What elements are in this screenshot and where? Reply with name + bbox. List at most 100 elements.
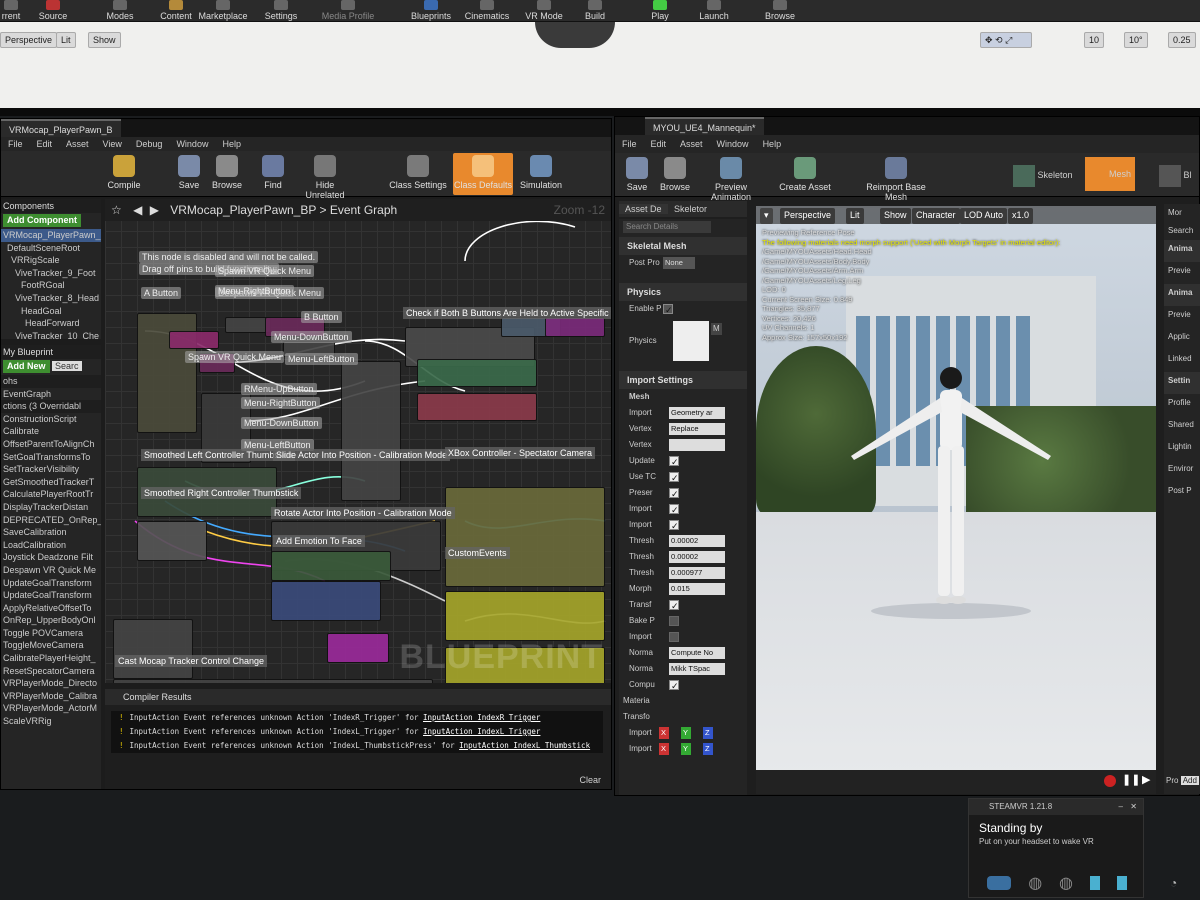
function-item[interactable]: VRPlayerMode_Calibra: [1, 690, 101, 703]
perspective-toggle[interactable]: Perspective: [780, 208, 836, 224]
graph-node[interactable]: [417, 359, 537, 387]
function-item[interactable]: CalculatePlayerRootTr: [1, 488, 101, 501]
functions-section[interactable]: ctions (3 Overridabl: [1, 400, 101, 413]
setting-checkbox[interactable]: [669, 632, 679, 642]
post-process-dropdown[interactable]: None: [663, 257, 695, 269]
component-item[interactable]: DefaultSceneRoot: [1, 242, 101, 255]
viewport-menu-button[interactable]: ▾: [760, 208, 773, 224]
skeletal-mesh-section[interactable]: Skeletal Mesh: [619, 237, 747, 255]
function-item[interactable]: CalibratePlayerHeight_: [1, 652, 101, 665]
show-toggle[interactable]: Show: [88, 32, 121, 48]
value-field[interactable]: Compute No: [669, 647, 725, 659]
preview-setting-item[interactable]: Applic: [1164, 328, 1200, 350]
function-item[interactable]: SetGoalTransformsTo: [1, 451, 101, 464]
level-viewport[interactable]: Perspective Lit Show ✥ ⟲ ⤢ 10 10° 0.25: [0, 22, 1200, 112]
function-item[interactable]: ResetSpecatorCamera: [1, 665, 101, 678]
material-subsection[interactable]: Materia: [619, 693, 747, 709]
menu-help[interactable]: Help: [222, 139, 241, 149]
graph-node[interactable]: [445, 487, 605, 587]
simulation-button[interactable]: Simulation: [517, 153, 565, 195]
event-graph-item[interactable]: EventGraph: [1, 388, 101, 401]
graph-node[interactable]: [137, 521, 207, 561]
skeleton-tree-tab[interactable]: Skeletor: [670, 204, 711, 214]
component-item[interactable]: ViveTracker_8_Head: [1, 292, 101, 305]
value-field[interactable]: Mikk TSpac: [669, 663, 725, 675]
menu-debug[interactable]: Debug: [136, 139, 163, 149]
content-button[interactable]: Content: [156, 0, 196, 22]
graphs-section[interactable]: ohs: [1, 375, 101, 388]
graph-node-label[interactable]: Menu-RightButton: [215, 285, 294, 297]
value-field[interactable]: [669, 439, 725, 451]
graph-node[interactable]: [113, 619, 193, 679]
mesh-mode-button[interactable]: Mesh: [1085, 157, 1135, 191]
rotation-snap[interactable]: 10°: [1124, 32, 1148, 48]
menu-window[interactable]: Window: [717, 139, 749, 149]
function-item[interactable]: VRPlayerMode_ActorM: [1, 702, 101, 715]
skeleton-mode-button[interactable]: Skeleton: [1013, 161, 1073, 189]
value-field[interactable]: 0.00002: [669, 551, 725, 563]
menu-asset[interactable]: Asset: [680, 139, 703, 149]
save-button[interactable]: Save: [621, 155, 653, 197]
function-item[interactable]: ConstructionScript: [1, 413, 101, 426]
settings-button[interactable]: Settings: [262, 0, 300, 22]
graph-node-label[interactable]: Slide Actor Into Position - Calibration …: [273, 449, 451, 461]
value-field[interactable]: 0.000977: [669, 567, 725, 579]
menu-view[interactable]: View: [103, 139, 122, 149]
add-component-button[interactable]: Add Component: [3, 214, 81, 227]
hide-unrelated-button[interactable]: Hide Unrelated: [295, 153, 355, 200]
graph-node-label[interactable]: Check if Both B Buttons Are Held to Acti…: [403, 307, 611, 319]
graph-node-label[interactable]: Spawn VR Quick Menu: [215, 265, 315, 277]
compiler-row[interactable]: ! InputAction Event references unknown Ac…: [111, 725, 603, 739]
blueprints-button[interactable]: Blueprints: [408, 0, 454, 22]
class-defaults-button[interactable]: Class Defaults: [453, 153, 513, 195]
graph-node[interactable]: [417, 393, 537, 421]
function-item[interactable]: Joystick Deadzone Filt: [1, 551, 101, 564]
create-asset-button[interactable]: Create Asset: [779, 155, 831, 197]
blueprint-mode-button[interactable]: Bl: [1159, 161, 1192, 189]
function-item[interactable]: ScaleVRRig: [1, 715, 101, 728]
minimize-icon[interactable]: –: [1119, 799, 1123, 815]
component-item[interactable]: HeadForward: [1, 317, 101, 330]
mesh-subsection[interactable]: Mesh: [619, 389, 747, 405]
setting-checkbox[interactable]: [669, 678, 679, 694]
preview-setting-item[interactable]: Post P: [1164, 482, 1200, 504]
pause-icon[interactable]: ❚❚: [1122, 773, 1140, 786]
mesh-tab[interactable]: MYOU_UE4_Mannequin*: [645, 117, 764, 135]
graph-node-label[interactable]: Cast Mocap Tracker Control Change: [115, 655, 268, 667]
add-new-button[interactable]: Add New: [3, 360, 50, 373]
menu-edit[interactable]: Edit: [651, 139, 667, 149]
play-icon[interactable]: ▶: [1142, 773, 1150, 786]
function-item[interactable]: UpdateGoalTransform: [1, 589, 101, 602]
preview-animation-button[interactable]: Preview Animation: [695, 155, 767, 202]
physics-section[interactable]: Physics: [619, 283, 747, 301]
character-menu[interactable]: Character: [912, 208, 960, 224]
graph-node[interactable]: [271, 581, 381, 621]
compiler-row[interactable]: ! InputAction Event references unknown Ac…: [111, 739, 603, 753]
function-item[interactable]: GetSmoothedTrackerT: [1, 476, 101, 489]
value-field[interactable]: 0.00002: [669, 535, 725, 547]
link[interactable]: InputAction IndexL_Thumbstick: [459, 741, 590, 750]
menu-file[interactable]: File: [622, 139, 637, 149]
preview-setting-item[interactable]: Linked: [1164, 350, 1200, 372]
modes-button[interactable]: Modes: [100, 0, 140, 22]
setting-checkbox[interactable]: [669, 616, 679, 626]
graph-node-label[interactable]: XBox Controller - Spectator Camera: [445, 447, 596, 459]
setting-checkbox[interactable]: [669, 598, 679, 614]
function-item[interactable]: SetTrackerVisibility: [1, 463, 101, 476]
z-field[interactable]: Z: [703, 743, 713, 755]
preview-setting-item[interactable]: Previe: [1164, 262, 1200, 284]
graph-node[interactable]: [169, 331, 219, 349]
menu-edit[interactable]: Edit: [37, 139, 53, 149]
setting-checkbox[interactable]: [669, 454, 679, 470]
preview-setting-item[interactable]: Anima: [1164, 240, 1200, 262]
search-input[interactable]: Searc: [52, 361, 82, 371]
show-toggle[interactable]: Show: [880, 208, 911, 224]
preview-setting-item[interactable]: Shared: [1164, 416, 1200, 438]
graph-node[interactable]: [341, 361, 401, 501]
setting-checkbox[interactable]: [669, 502, 679, 518]
forward-arrow-icon[interactable]: ▶: [150, 203, 159, 217]
preview-setting-item[interactable]: Previe: [1164, 306, 1200, 328]
setting-checkbox[interactable]: [669, 518, 679, 534]
function-item[interactable]: UpdateGoalTransform: [1, 577, 101, 590]
function-item[interactable]: SaveCalibration: [1, 526, 101, 539]
